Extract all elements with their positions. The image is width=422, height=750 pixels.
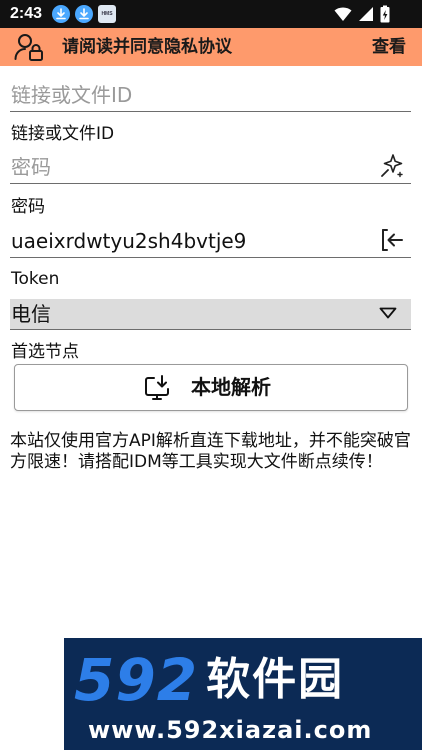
hms-core-icon: HMS: [98, 5, 116, 23]
signal-icon: [359, 7, 373, 21]
download-icon: [75, 5, 93, 23]
link-label: 链接或文件ID: [11, 124, 115, 144]
download-monitor-icon: [145, 375, 169, 400]
password-input[interactable]: 密码: [10, 150, 411, 184]
status-bar: 2:43 HMS: [0, 0, 422, 28]
dropdown-arrow-icon[interactable]: [379, 307, 397, 319]
status-right-icons: [334, 4, 390, 24]
token-label: Token: [11, 269, 60, 289]
watermark-logo: 592 软件园: [74, 646, 345, 714]
watermark-number: 592: [74, 646, 199, 714]
token-input[interactable]: uaeixrdwtyu2sh4bvtje9: [10, 222, 411, 258]
watermark-banner: 592 软件园 www.592xiazai.com: [64, 638, 422, 750]
view-privacy-button[interactable]: 查看: [372, 36, 406, 58]
local-parse-label: 本地解析: [191, 375, 271, 399]
watermark-url: www.592xiazai.com: [88, 716, 373, 744]
login-icon[interactable]: [379, 227, 405, 253]
token-input-value: uaeixrdwtyu2sh4bvtje9: [11, 229, 247, 253]
password-input-placeholder: 密码: [11, 155, 51, 179]
local-parse-button[interactable]: 本地解析: [14, 364, 408, 411]
sparkle-icon[interactable]: [379, 153, 405, 179]
watermark-name: 软件园: [206, 654, 345, 705]
link-input[interactable]: 链接或文件ID: [10, 78, 411, 112]
user-lock-icon[interactable]: [14, 32, 44, 62]
wifi-icon: [334, 7, 352, 21]
notice-text: 本站仅使用官方API解析直连下载地址，并不能突破官方限速！请搭配IDM等工具实现…: [10, 431, 411, 472]
privacy-prompt-title[interactable]: 请阅读并同意隐私协议: [62, 36, 232, 58]
link-input-placeholder: 链接或文件ID: [11, 83, 133, 107]
password-label: 密码: [11, 197, 45, 217]
app-bar: 请阅读并同意隐私协议 查看: [0, 28, 422, 66]
node-select[interactable]: 电信: [10, 299, 411, 330]
node-select-value: 电信: [11, 302, 51, 326]
download-icon: [52, 5, 70, 23]
node-label: 首选节点: [11, 342, 79, 362]
battery-charging-icon: [380, 5, 390, 23]
status-time: 2:43: [10, 5, 43, 22]
